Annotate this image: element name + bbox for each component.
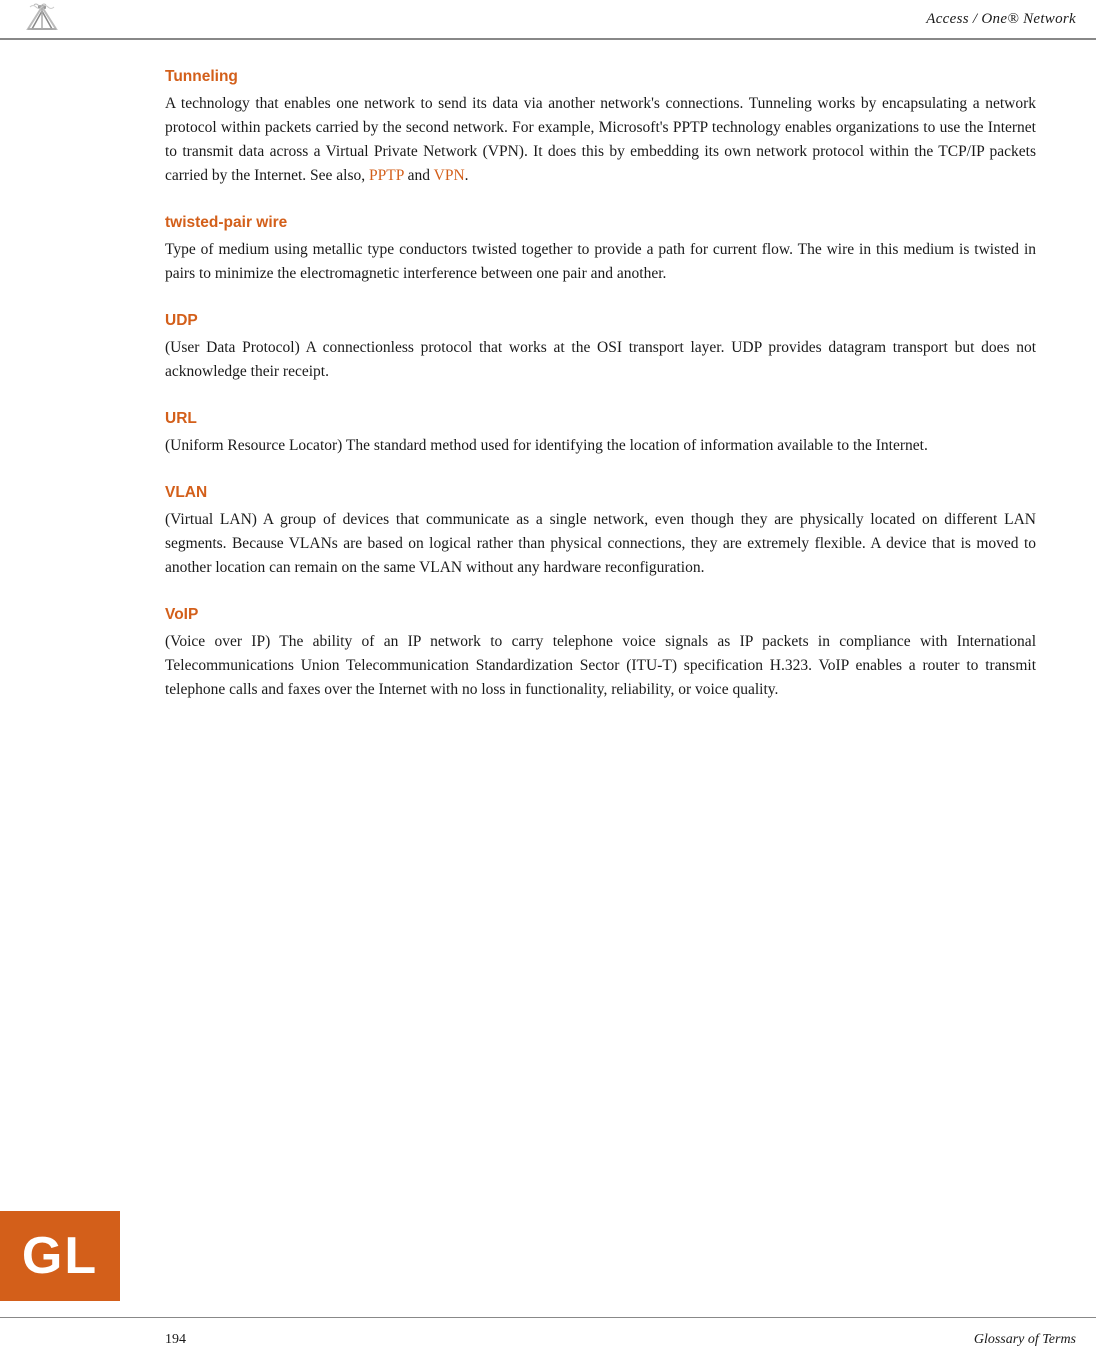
gl-label: GL [22, 1226, 98, 1286]
entry-body-vlan: (Virtual LAN) A group of devices that co… [165, 508, 1036, 580]
logo [20, 3, 64, 36]
link-vpn[interactable]: VPN [434, 167, 465, 184]
gl-sidebar: GL [0, 1211, 120, 1301]
entry-title-udp: UDP [165, 312, 1036, 330]
footer-section-label: Glossary of Terms [974, 1332, 1076, 1348]
entry-udp: UDP (User Data Protocol) A connectionles… [165, 312, 1036, 384]
entry-title-vlan: VLAN [165, 484, 1036, 502]
footer-page-number: 194 [165, 1332, 186, 1348]
main-content: Tunneling A technology that enables one … [0, 40, 1096, 756]
entry-title-tunneling: Tunneling [165, 68, 1036, 86]
entry-body-twisted-pair-wire: Type of medium using metallic type condu… [165, 238, 1036, 286]
page-container: Access / One® Network Tunneling A techno… [0, 0, 1096, 1361]
entry-vlan: VLAN (Virtual LAN) A group of devices th… [165, 484, 1036, 580]
entry-url: URL (Uniform Resource Locator) The stand… [165, 410, 1036, 458]
page-header: Access / One® Network [0, 0, 1096, 40]
link-pptp[interactable]: PPTP [369, 167, 404, 184]
entry-body-url: (Uniform Resource Locator) The standard … [165, 434, 1036, 458]
entry-tunneling: Tunneling A technology that enables one … [165, 68, 1036, 188]
header-title: Access / One® Network [926, 11, 1076, 28]
entry-title-voip: VoIP [165, 606, 1036, 624]
entry-body-udp: (User Data Protocol) A connectionless pr… [165, 336, 1036, 384]
entry-body-tunneling: A technology that enables one network to… [165, 92, 1036, 188]
entry-body-voip: (Voice over IP) The ability of an IP net… [165, 630, 1036, 702]
page-footer: 194 Glossary of Terms [0, 1317, 1096, 1361]
entry-voip: VoIP (Voice over IP) The ability of an I… [165, 606, 1036, 702]
entry-twisted-pair-wire: twisted-pair wire Type of medium using m… [165, 214, 1036, 286]
entry-title-url: URL [165, 410, 1036, 428]
entry-title-twisted-pair-wire: twisted-pair wire [165, 214, 1036, 232]
